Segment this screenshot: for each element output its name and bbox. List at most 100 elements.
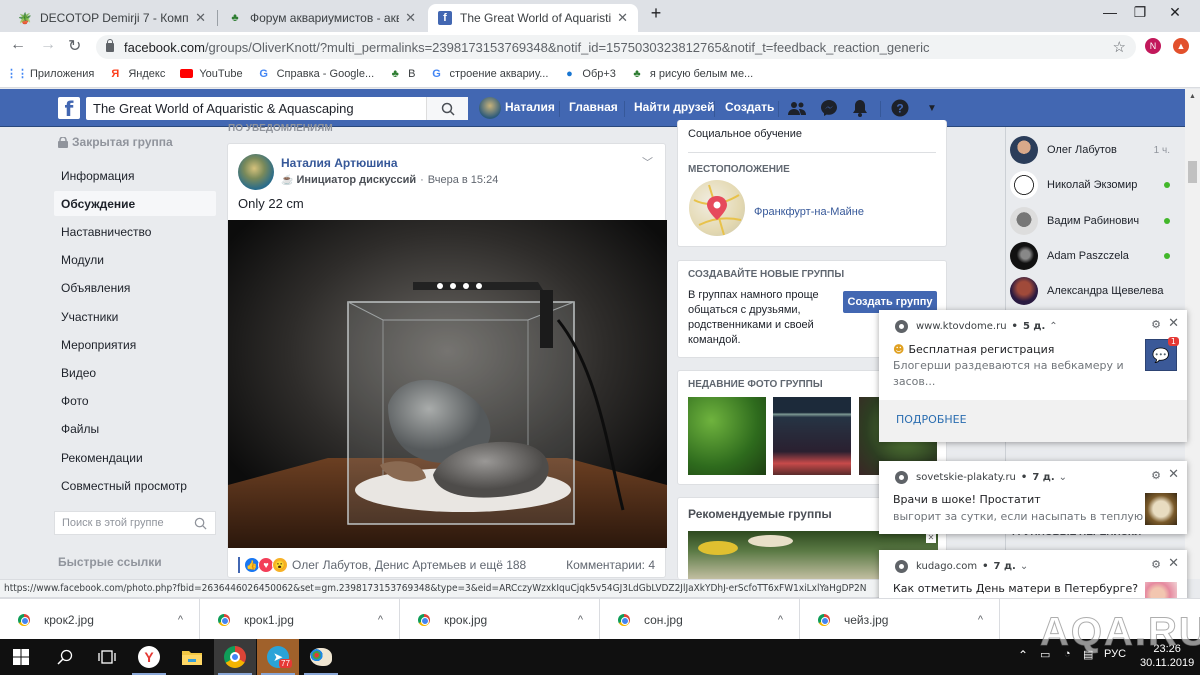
account-menu-caret-icon[interactable]: ▼	[923, 99, 941, 117]
reaction-summary[interactable]: 👍 ♥ 😮 Олег Лабутов, Денис Артемьев и ещё…	[238, 557, 526, 573]
facebook-search-input[interactable]: The Great World of Aquaristic & Aquascap…	[86, 97, 468, 120]
new-tab-button[interactable]: +	[644, 3, 668, 24]
chat-contact[interactable]: Олег Лабутов 1 ч.	[1010, 134, 1180, 166]
sidebar-item[interactable]: Наставничество	[54, 219, 216, 244]
download-menu-chevron-icon[interactable]: ^	[578, 614, 583, 626]
download-menu-chevron-icon[interactable]: ^	[378, 614, 383, 626]
chat-contact[interactable]: Adam Paszczela	[1010, 240, 1180, 272]
browser-tab-active[interactable]: f The Great World of Aquaristic & ✕	[428, 4, 638, 32]
author-avatar[interactable]	[238, 154, 274, 190]
task-view-button[interactable]	[86, 639, 128, 675]
search-icon[interactable]	[194, 517, 207, 530]
comments-count-link[interactable]: Комментарии: 4	[566, 558, 655, 572]
notification-action-button[interactable]: ПОДРОБНЕЕ	[879, 400, 1187, 442]
download-menu-chevron-icon[interactable]: ^	[778, 614, 783, 626]
dismiss-icon[interactable]: ✕	[926, 533, 936, 543]
back-arrow-icon[interactable]: ←	[10, 36, 26, 54]
location-link[interactable]: Франкфурт-на-Майне	[754, 206, 864, 218]
settings-gear-icon[interactable]: ⚙	[1151, 469, 1161, 482]
show-hidden-icons-chevron-icon[interactable]: ⌃	[1018, 648, 1028, 662]
forward-arrow-icon[interactable]: →	[40, 36, 56, 54]
home-link[interactable]: Главная	[569, 100, 618, 114]
close-window-button[interactable]: ✕	[1155, 4, 1195, 21]
close-icon[interactable]: ✕	[1168, 467, 1179, 482]
download-item[interactable]: крок1.jpg ^	[200, 599, 400, 640]
settings-gear-icon[interactable]: ⚙	[1151, 558, 1161, 571]
sidebar-item[interactable]: Фото	[54, 389, 216, 414]
notifications-bell-icon[interactable]	[851, 99, 869, 117]
facebook-logo-icon[interactable]: f	[58, 97, 80, 121]
scrollbar-thumb[interactable]	[1188, 161, 1197, 183]
bookmark-obr[interactable]: ● Обр+3	[562, 67, 616, 81]
file-explorer-taskbar[interactable]	[171, 639, 213, 675]
extension-icon[interactable]: ▲	[1173, 38, 1189, 54]
group-photo-thumbnail[interactable]	[773, 397, 851, 475]
close-tab-icon[interactable]: ✕	[405, 10, 416, 26]
profile-avatar[interactable]: N	[1145, 38, 1161, 54]
scroll-up-arrow-icon[interactable]: ▲	[1189, 93, 1196, 100]
expand-chevron-icon[interactable]: ⌄	[1059, 472, 1067, 483]
sidebar-item[interactable]: Видео	[54, 360, 216, 385]
bookmark-google-help[interactable]: G Справка - Google...	[257, 67, 374, 81]
location-map-thumbnail[interactable]	[689, 180, 745, 236]
bookmark-youtube[interactable]: YouTube	[179, 67, 243, 81]
yandex-browser-taskbar[interactable]: Y	[128, 639, 170, 675]
post-photo[interactable]	[228, 220, 667, 548]
close-tab-icon[interactable]: ✕	[195, 10, 206, 26]
sidebar-item[interactable]: Обсуждение	[54, 191, 216, 217]
download-item[interactable]: сон.jpg ^	[600, 599, 800, 640]
page-scrollbar[interactable]: ▲	[1185, 89, 1200, 579]
restore-button[interactable]: ❐	[1120, 4, 1160, 21]
find-friends-link[interactable]: Найти друзей	[634, 100, 714, 114]
download-item[interactable]: крок2.jpg ^	[0, 599, 200, 640]
url-input[interactable]: facebook.com/groups/OliverKnott/?multi_p…	[96, 35, 1136, 59]
bookmark-yandex[interactable]: Я Яндекс	[108, 67, 165, 81]
paint-taskbar[interactable]	[300, 639, 342, 675]
browser-notification[interactable]: www.ktovdome.ru • 5 д. ⌃ ⚙ ✕ ☻ Бесплатная регис…	[879, 310, 1187, 442]
chat-contact[interactable]: Вадим Рабинович	[1010, 205, 1180, 237]
search-button[interactable]	[426, 97, 468, 120]
close-tab-icon[interactable]: ✕	[617, 10, 628, 26]
author-name-link[interactable]: Наталия Артюшина	[281, 156, 398, 170]
close-icon[interactable]: ✕	[1168, 316, 1179, 331]
expand-chevron-icon[interactable]: ⌄	[1020, 561, 1028, 572]
create-link[interactable]: Создать	[725, 100, 774, 114]
bookmark-star-icon[interactable]: ☆	[1113, 38, 1126, 56]
bookmark-apps[interactable]: ⋮⋮ Приложения	[6, 67, 94, 81]
bookmark-fish[interactable]: ♣ В	[388, 67, 416, 81]
download-menu-chevron-icon[interactable]: ^	[178, 614, 183, 626]
browser-notification[interactable]: sovetskie-plakaty.ru • 7 д. ⌄ ⚙ ✕ Врачи в шоке…	[879, 461, 1187, 534]
search-button[interactable]	[44, 639, 86, 675]
sidebar-item[interactable]: Рекомендации	[54, 445, 216, 470]
sidebar-item[interactable]: Совместный просмотр	[54, 473, 216, 498]
telegram-taskbar[interactable]: ➤ 77	[257, 639, 299, 675]
download-menu-chevron-icon[interactable]: ^	[978, 614, 983, 626]
sidebar-item[interactable]: Файлы	[54, 417, 216, 442]
sidebar-item[interactable]: Модули	[54, 248, 216, 273]
group-photo-thumbnail[interactable]	[688, 397, 766, 475]
bookmark-google-aquarium[interactable]: Gстроение аквариу...	[430, 67, 548, 81]
download-item[interactable]: крок.jpg ^	[400, 599, 600, 640]
sidebar-item[interactable]: Участники	[54, 304, 216, 329]
reload-icon[interactable]: ↻	[68, 36, 81, 56]
start-button[interactable]	[0, 639, 42, 675]
settings-gear-icon[interactable]: ⚙	[1151, 318, 1161, 331]
user-profile-link[interactable]: Наталия	[505, 100, 555, 114]
group-search-input[interactable]: Поиск в этой группе	[54, 511, 216, 535]
browser-tab[interactable]: 🪴 DECOTOP Demirji 7 - Композиц ✕	[8, 4, 216, 32]
sidebar-item[interactable]: Мероприятия	[54, 332, 216, 357]
user-avatar[interactable]	[479, 97, 501, 119]
conversation-starter-badge[interactable]: Инициатор дискуссий	[296, 174, 416, 186]
post-timestamp-link[interactable]: Вчера в 15:24	[428, 174, 499, 186]
post-options-chevron-icon[interactable]: ﹀	[642, 154, 653, 170]
browser-tab[interactable]: ♣ Форум аквариумистов - аквари ✕	[218, 4, 426, 32]
chat-contact[interactable]: Николай Экзомир	[1010, 169, 1180, 201]
bookmark-drawing[interactable]: ♣ я рисую белым ме...	[630, 67, 753, 81]
sidebar-item[interactable]: Объявления	[54, 276, 216, 301]
download-item[interactable]: чейз.jpg ^	[800, 599, 1000, 640]
expand-chevron-icon[interactable]: ⌃	[1049, 321, 1057, 332]
close-icon[interactable]: ✕	[1168, 556, 1179, 571]
sidebar-item[interactable]: Информация	[54, 163, 216, 188]
friend-requests-icon[interactable]	[788, 99, 806, 117]
messenger-icon[interactable]	[820, 99, 838, 117]
